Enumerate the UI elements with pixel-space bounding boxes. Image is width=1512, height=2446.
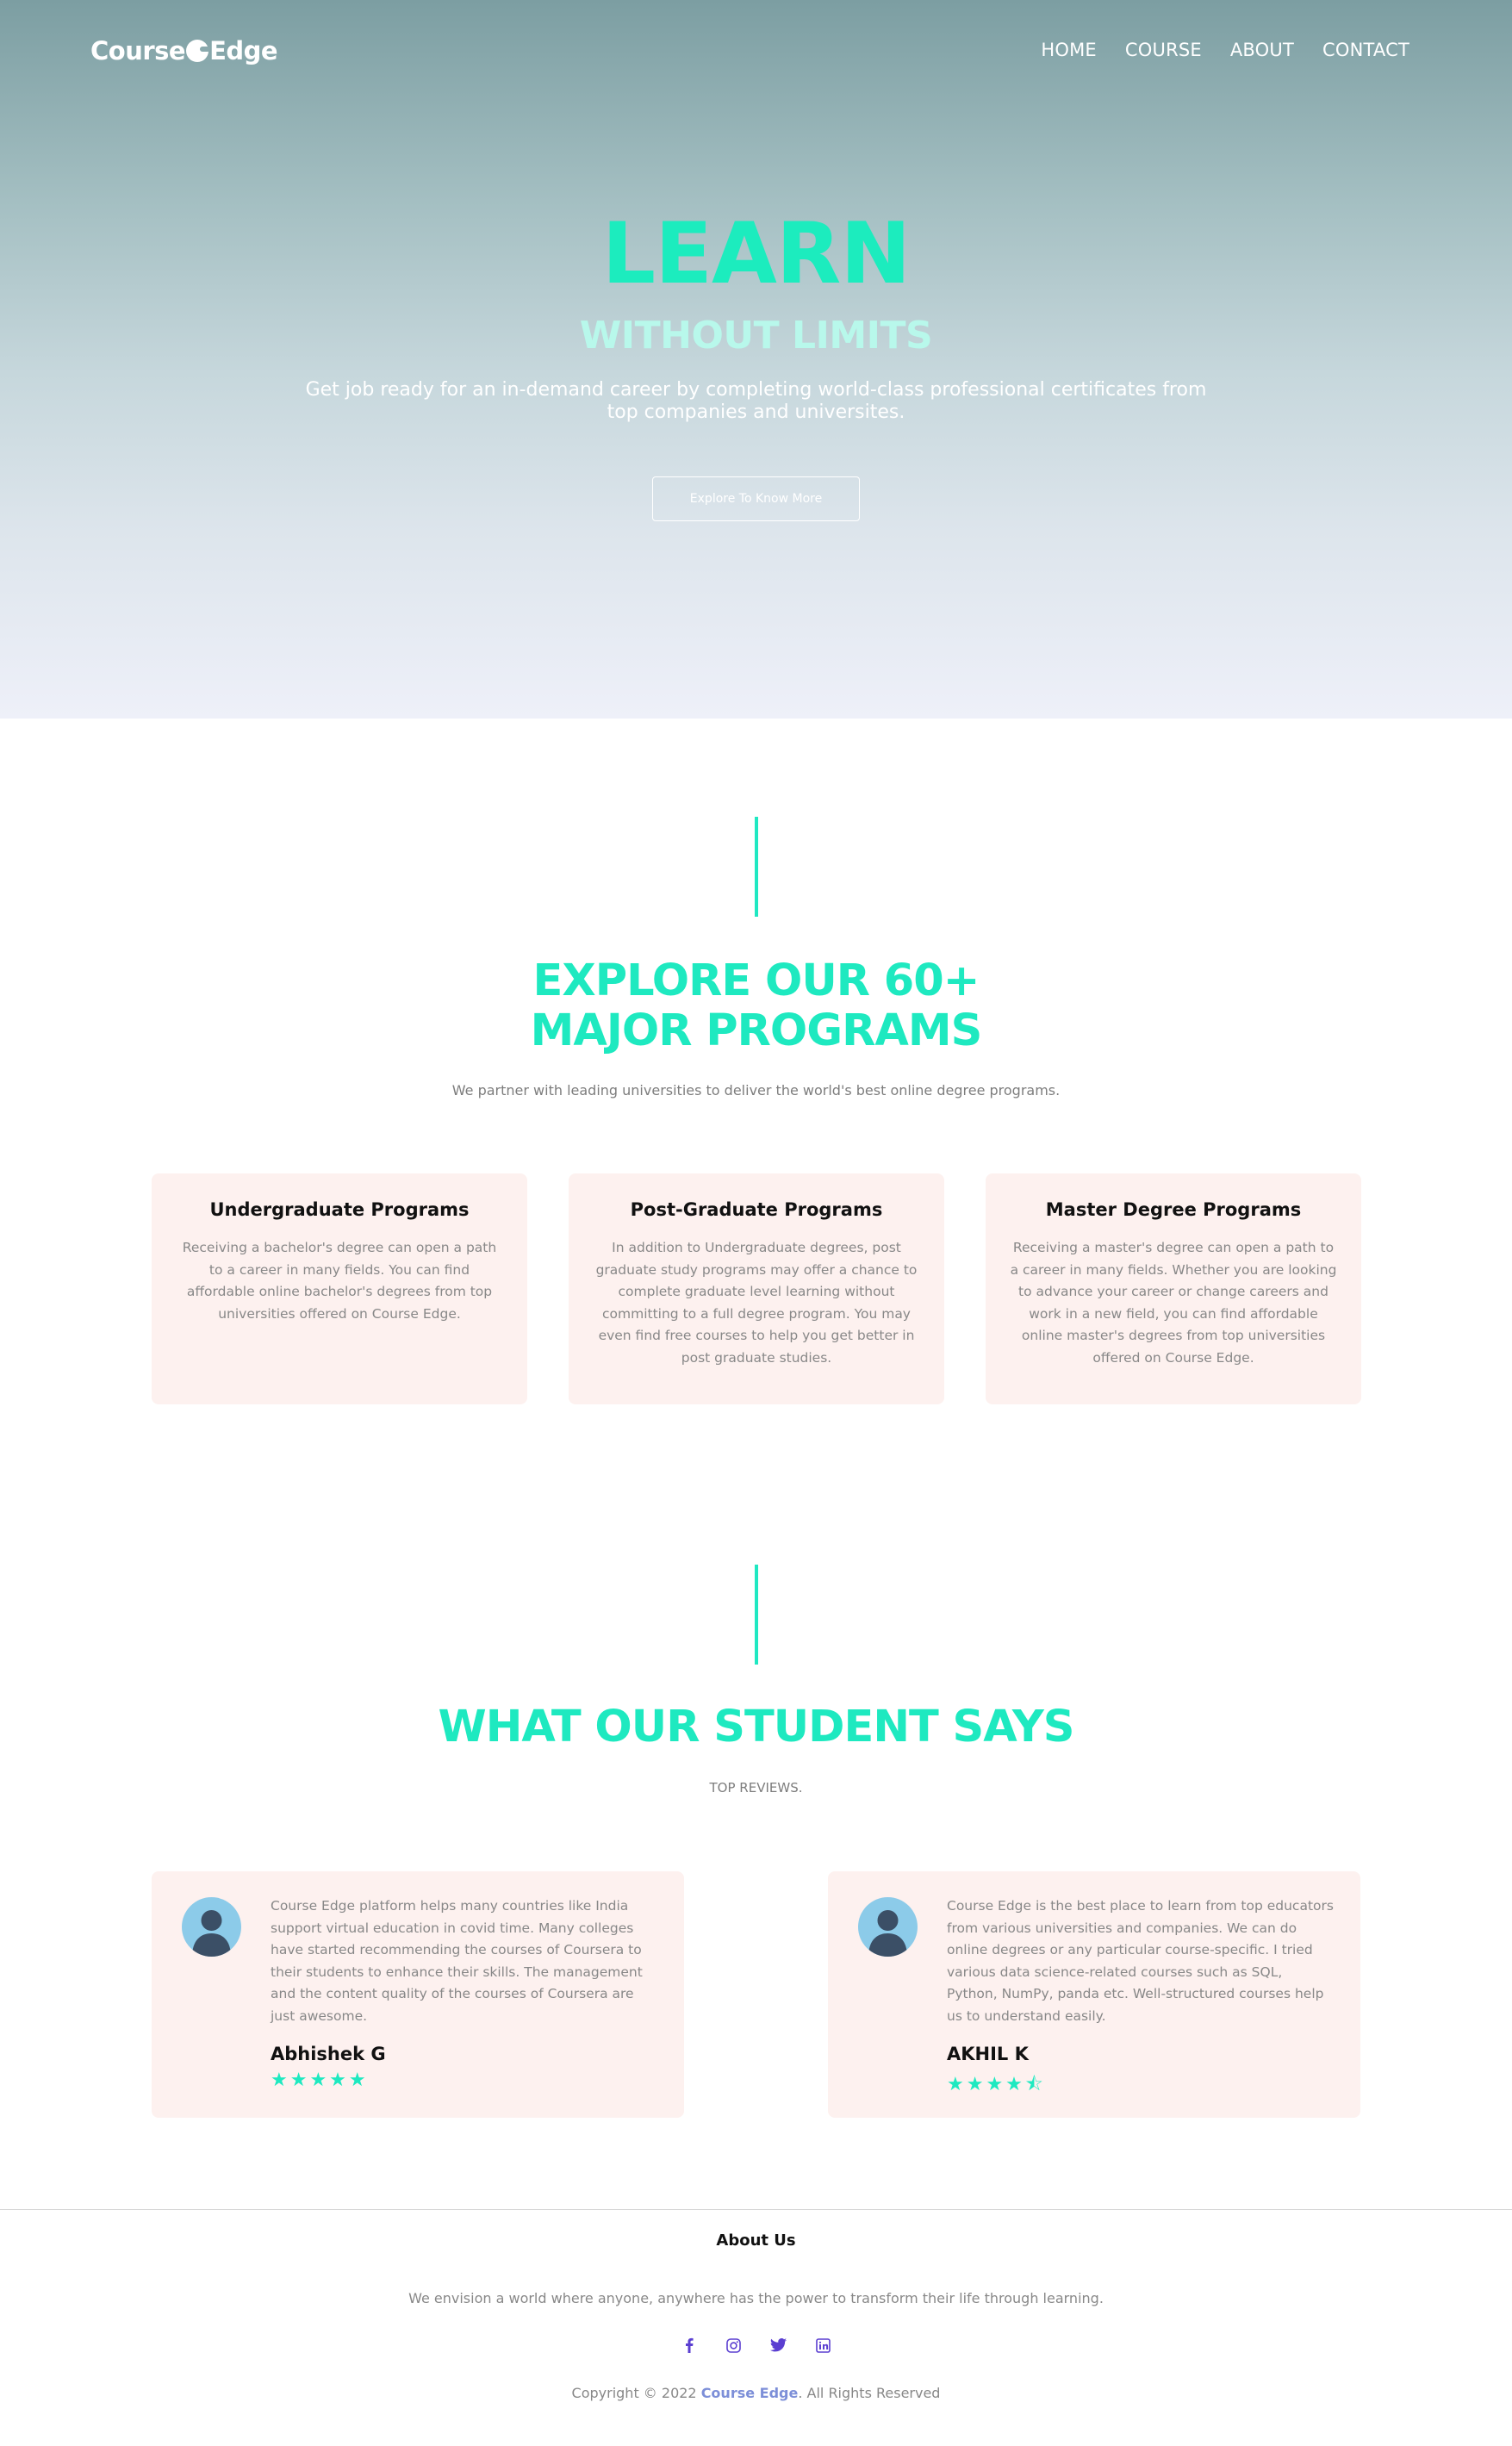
- twitter-icon[interactable]: [770, 2337, 787, 2354]
- section-divider-line: [755, 817, 758, 917]
- reviewer-name: AKHIL K: [947, 2044, 1029, 2064]
- hero-title: LEARN: [601, 205, 912, 303]
- review-card: Course Edge platform helps many countrie…: [152, 1871, 684, 2118]
- programs-title-line1: EXPLORE OUR 60+: [532, 955, 980, 1006]
- copyright-prefix: Copyright © 2022: [571, 2385, 701, 2401]
- program-card-title: Undergraduate Programs: [209, 1199, 470, 1220]
- programs-subtitle: We partner with leading universities to …: [451, 1082, 1061, 1099]
- program-card-masters[interactable]: Master Degree Programs Receiving a maste…: [986, 1173, 1361, 1404]
- nav-link-contact[interactable]: CONTACT: [1322, 40, 1409, 60]
- star-rating: ★★★★★: [271, 2069, 369, 2091]
- program-card-undergraduate[interactable]: Undergraduate Programs Receiving a bache…: [152, 1173, 527, 1404]
- nav-link-home[interactable]: HOME: [1041, 40, 1097, 60]
- copyright: Copyright © 2022 Course Edge. All Rights…: [0, 2385, 1512, 2401]
- program-card-text: In addition to Undergraduate degrees, po…: [595, 1240, 918, 1366]
- nav-link-course[interactable]: COURSE: [1125, 40, 1202, 60]
- copyright-brand-link[interactable]: Course Edge: [701, 2385, 799, 2401]
- facebook-icon[interactable]: [681, 2337, 698, 2354]
- program-card-text: Receiving a master's degree can open a p…: [1010, 1240, 1337, 1366]
- nav-link-about[interactable]: ABOUT: [1230, 40, 1294, 60]
- review-text: Course Edge is the best place to learn f…: [947, 1898, 1334, 2024]
- footer-description: We envision a world where anyone, anywhe…: [408, 2290, 1104, 2306]
- footer-title: About Us: [716, 2231, 796, 2250]
- program-card-title: Master Degree Programs: [1045, 1199, 1302, 1220]
- copyright-suffix: . All Rights Reserved: [798, 2385, 941, 2401]
- reviewer-name: Abhishek G: [271, 2044, 386, 2064]
- reviews-title: WHAT OUR STUDENT SAYS: [438, 1702, 1074, 1752]
- section-divider-line: [755, 1565, 758, 1665]
- reviews-subtitle: TOP REVIEWS.: [709, 1780, 803, 1796]
- logo[interactable]: Course Edge: [90, 36, 278, 65]
- program-card-title: Post-Graduate Programs: [630, 1199, 883, 1220]
- linkedin-icon[interactable]: [815, 2337, 832, 2354]
- hero-section: Course Edge HOME COURSE ABOUT CONTACT LE…: [0, 0, 1512, 719]
- footer-divider: [0, 2209, 1512, 2210]
- hero-subtitle: WITHOUT LIMITS: [579, 314, 933, 358]
- star-rating: ★★★★⯪: [947, 2074, 1046, 2095]
- programs-title: EXPLORE OUR 60+ MAJOR PROGRAMS: [0, 956, 1512, 1056]
- avatar: [182, 1897, 241, 1957]
- logo-mark-icon: [186, 40, 211, 62]
- program-card-text: Receiving a bachelor's degree can open a…: [182, 1240, 497, 1322]
- review-card: Course Edge is the best place to learn f…: [828, 1871, 1360, 2118]
- avatar: [858, 1897, 918, 1957]
- navbar: Course Edge HOME COURSE ABOUT CONTACT: [0, 0, 1512, 103]
- nav-links: HOME COURSE ABOUT CONTACT: [1041, 40, 1409, 60]
- instagram-icon[interactable]: [725, 2337, 743, 2354]
- explore-button[interactable]: Explore To Know More: [652, 476, 860, 521]
- logo-text-course: Course: [90, 36, 186, 65]
- review-text: Course Edge platform helps many countrie…: [271, 1898, 643, 2024]
- logo-text-edge: Edge: [209, 36, 278, 65]
- programs-title-line2: MAJOR PROGRAMS: [530, 1005, 983, 1056]
- social-links: [0, 2337, 1512, 2354]
- hero-description: Get job ready for an in-demand career by…: [305, 379, 1207, 423]
- program-card-postgraduate[interactable]: Post-Graduate Programs In addition to Un…: [569, 1173, 944, 1404]
